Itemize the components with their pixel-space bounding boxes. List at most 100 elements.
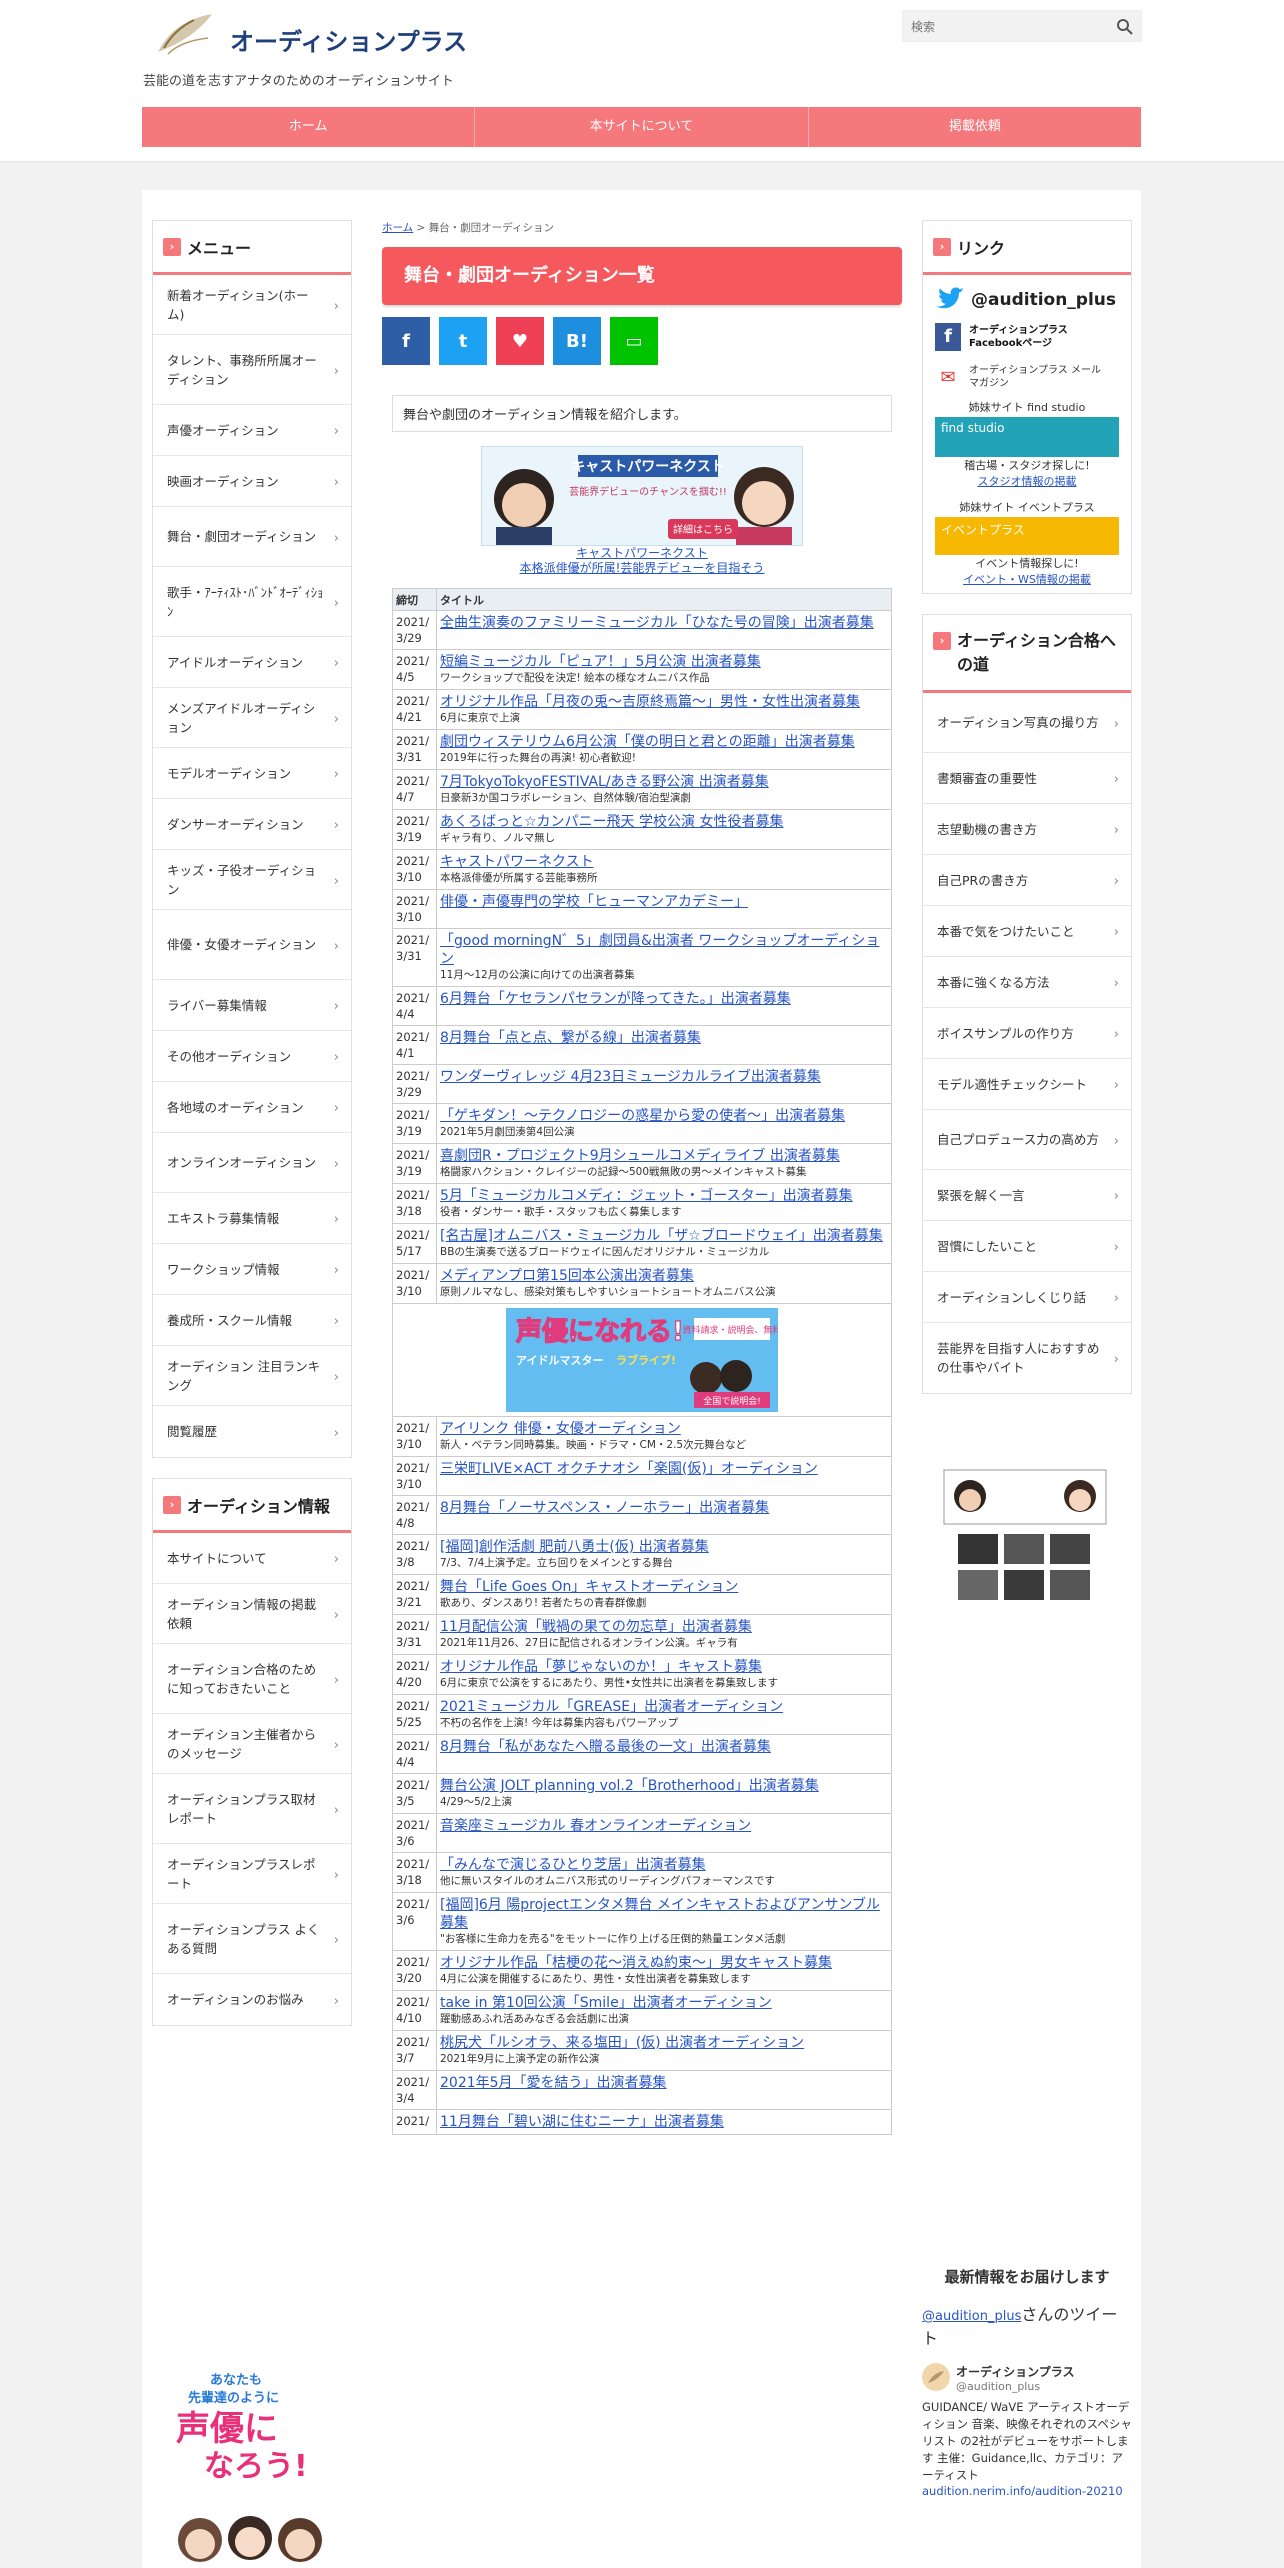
site-logo[interactable]: オーディションプラス [150, 8, 467, 60]
audition-link[interactable]: 音楽座ミュージカル 春オンラインオーディション [440, 1818, 751, 1834]
road-item[interactable]: オーディション写真の撮り方 › [923, 693, 1131, 753]
voice-actor-banner[interactable]: 声優になれる! 資料請求・説明会、無料 アイドルマスター ラブライブ! 全国で説… [506, 1308, 778, 1412]
audition-link[interactable]: アイリンク 俳優・女優オーディション [440, 1421, 681, 1437]
road-item[interactable]: 書類審査の重要性 › [923, 753, 1131, 804]
road-item[interactable]: 習慣にしたいこと › [923, 1221, 1131, 1272]
audition-link[interactable]: オリジナル作品「月夜の兎～吉原終焉篇～」男性・女性出演者募集 [440, 694, 860, 710]
info-item[interactable]: オーディションプラス取材レポート › [153, 1774, 351, 1844]
audition-link[interactable]: 「ゲキダン！～テクノロジーの惑星から愛の使者～」出演者募集 [440, 1108, 845, 1124]
audition-link[interactable]: 8月舞台「ノーサスペンス・ノーホラー」出演者募集 [440, 1500, 769, 1516]
audition-link[interactable]: [名古屋]オムニバス・ミュージカル「ザ☆ブロードウェイ」出演者募集 [440, 1228, 883, 1244]
nav-home[interactable]: ホーム [142, 107, 476, 147]
menu-item[interactable]: 養成所・スクール情報 › [153, 1295, 351, 1346]
tweet-by-link[interactable]: @audition_plus [922, 2309, 1021, 2324]
audition-link[interactable]: take in 第10回公演「Smile」出演者オーディション [440, 1995, 772, 2011]
menu-item[interactable]: エキストラ募集情報 › [153, 1193, 351, 1244]
menu-item[interactable]: ライバー募集情報 › [153, 980, 351, 1031]
road-item[interactable]: 自己プロデュース力の高め方 › [923, 1110, 1131, 1170]
audition-link[interactable]: 11月舞台「碧い湖に住むニーナ」出演者募集 [440, 2114, 724, 2130]
search-icon[interactable] [1115, 17, 1135, 37]
col-deadline[interactable]: 締切 [392, 588, 437, 611]
menu-item[interactable]: 歌手・ｱｰﾃｨｽﾄ･ﾊﾞﾝﾄﾞｵｰﾃﾞｨｼｮﾝ › [153, 567, 351, 637]
castpower-banner[interactable]: キャストパワーネクスト 芸能界デビューのチャンスを掴む!! 詳細はこちら [481, 446, 803, 546]
hatena-share-button[interactable]: B! [553, 317, 601, 365]
menu-item[interactable]: 俳優・女優オーディション › [153, 910, 351, 980]
menu-item[interactable]: 各地域のオーディション › [153, 1082, 351, 1133]
audition-link[interactable]: 舞台「Life Goes On」キャストオーディション [440, 1579, 738, 1595]
menu-item[interactable]: アイドルオーディション › [153, 637, 351, 688]
audition-link[interactable]: 2021ミュージカル「GREASE」出演者オーディション [440, 1699, 783, 1715]
audition-link[interactable]: 11月配信公演「戦禍の果ての勿忘草」出演者募集 [440, 1619, 752, 1635]
audition-link[interactable]: [福岡]創作活劇 肥前八勇士(仮) 出演者募集 [440, 1539, 709, 1555]
road-item[interactable]: 芸能界を目指す人におすすめの仕事やバイト › [923, 1323, 1131, 1393]
audition-link[interactable]: キャストパワーネクスト [440, 854, 594, 870]
menu-item[interactable]: ダンサーオーディション › [153, 799, 351, 850]
facebook-link[interactable]: f オーディションプラス Facebookページ [935, 319, 1119, 355]
audition-link[interactable]: 桃尻犬「ルシオラ、来る塩田」(仮) 出演者オーディション [440, 2035, 804, 2051]
audition-link[interactable]: 「みんなで演じるひとり芝居」出演者募集 [440, 1857, 706, 1873]
nav-listing-request[interactable]: 掲載依頼 [809, 107, 1141, 147]
twitter-share-button[interactable]: t [439, 317, 487, 365]
tweet-card[interactable]: オーディションプラス @audition_plus [922, 2363, 1132, 2393]
search-input[interactable] [911, 17, 1101, 37]
road-item[interactable]: オーディションしくじり話 › [923, 1272, 1131, 1323]
audition-link[interactable]: 俳優・声優専門の学校「ヒューマンアカデミー」 [440, 894, 748, 910]
find-studio-banner[interactable]: find studio [935, 417, 1119, 457]
audition-link[interactable]: 2021年5月「愛を結う」出演者募集 [440, 2075, 667, 2091]
menu-item[interactable]: オンラインオーディション › [153, 1133, 351, 1193]
facebook-share-button[interactable]: f [382, 317, 430, 365]
menu-item[interactable]: タレント、事務所所属オーディション › [153, 335, 351, 405]
road-item[interactable]: 本番に強くなる方法 › [923, 957, 1131, 1008]
menu-item[interactable]: 舞台・劇団オーディション › [153, 507, 351, 567]
info-item[interactable]: オーディションプラスレポート › [153, 1844, 351, 1904]
audition-link[interactable]: あくろばっと☆カンパニー飛天 学校公演 女性役者募集 [440, 814, 783, 830]
audition-link[interactable]: メディアンプロ第15回本公演出演者募集 [440, 1268, 694, 1284]
menu-item[interactable]: メンズアイドルオーディション › [153, 688, 351, 748]
tweet-link[interactable]: audition.nerim.info/audition-20210 [922, 2484, 1132, 2498]
road-item[interactable]: 自己PRの書き方 › [923, 855, 1131, 906]
info-item[interactable]: オーディションプラス よくある質問 › [153, 1904, 351, 1974]
audition-link[interactable]: 劇団ウィステリウム6月公演「僕の明日と君との距離」出演者募集 [440, 734, 855, 750]
audition-link[interactable]: 全曲生演奏のファミリーミュージカル「ひなた号の冒険」出演者募集 [440, 615, 874, 631]
info-item[interactable]: オーディション合格のために知っておきたいこと › [153, 1644, 351, 1714]
audition-link[interactable]: 喜劇団R・プロジェクト9月シュールコメディライブ 出演者募集 [440, 1148, 840, 1164]
audition-link[interactable]: 7月TokyoTokyoFESTIVAL/あきる野公演 出演者募集 [440, 774, 769, 790]
audition-link[interactable]: ワンダーヴィレッジ 4月23日ミュージカルライブ出演者募集 [440, 1069, 821, 1085]
audition-link[interactable]: 5月「ミュージカルコメディ：ジェット・ゴースター」出演者募集 [440, 1188, 853, 1204]
banner1-caption-link-2[interactable]: 本格派俳優が所属!芸能界デビューを目指そう [520, 561, 765, 575]
road-item[interactable]: 本番で気をつけたいこと › [923, 906, 1131, 957]
menu-item[interactable]: 声優オーディション › [153, 405, 351, 456]
audition-link[interactable]: 8月舞台「点と点、繋がる線」出演者募集 [440, 1030, 701, 1046]
menu-item[interactable]: キッズ・子役オーディション › [153, 850, 351, 910]
twitter-link[interactable]: @audition_plus [935, 283, 1119, 317]
find-studio-listing-link[interactable]: スタジオ情報の掲載 [978, 475, 1077, 488]
menu-item[interactable]: オーディション 注目ランキング › [153, 1346, 351, 1406]
road-item[interactable]: モデル適性チェックシート › [923, 1059, 1131, 1110]
mailmag-link[interactable]: ✉ オーディションプラス メールマガジン [935, 357, 1119, 397]
audition-link[interactable]: 舞台公演 JOLT planning vol.2「Brotherhood」出演者… [440, 1778, 819, 1794]
menu-item[interactable]: 新着オーディション(ホーム) › [153, 275, 351, 335]
info-item[interactable]: オーディション情報の掲載依頼 › [153, 1584, 351, 1644]
road-item[interactable]: ボイスサンプルの作り方 › [923, 1008, 1131, 1059]
voice-school-ad[interactable]: あなたも 先輩達のように 声優に なろう! [170, 2362, 332, 2568]
menu-item[interactable]: モデルオーディション › [153, 748, 351, 799]
menu-item[interactable]: その他オーディション › [153, 1031, 351, 1082]
audition-link[interactable]: 8月舞台「私があなたへ贈る最後の一文」出演者募集 [440, 1739, 771, 1755]
pocket-share-button[interactable]: ♥ [496, 317, 544, 365]
nav-about[interactable]: 本サイトについて [475, 107, 809, 147]
menu-item[interactable]: ワークショップ情報 › [153, 1244, 351, 1295]
info-item[interactable]: 本サイトについて › [153, 1533, 351, 1584]
event-plus-banner[interactable]: イベントプラス [935, 517, 1119, 555]
line-share-button[interactable]: ▭ [610, 317, 658, 365]
audition-link[interactable]: 「good morningN゛5」劇団員&出演者 ワークショップオーディション [440, 933, 879, 967]
info-item[interactable]: オーディション主催者からのメッセージ › [153, 1714, 351, 1774]
banner1-caption-link[interactable]: キャストパワーネクスト [576, 546, 708, 560]
event-plus-listing-link[interactable]: イベント・WS情報の掲載 [963, 573, 1091, 586]
menu-item[interactable]: 閲覧履歴 › [153, 1406, 351, 1457]
menu-item[interactable]: 映画オーディション › [153, 456, 351, 507]
audition-link[interactable]: オリジナル作品「桔梗の花～消えぬ約束～」男女キャスト募集 [440, 1955, 832, 1971]
breadcrumb-home[interactable]: ホーム [382, 222, 413, 234]
audition-link[interactable]: [福岡]6月 陽projectエンタメ舞台 メインキャストおよびアンサンブル募集 [440, 1897, 880, 1931]
info-item[interactable]: オーディションのお悩み › [153, 1974, 351, 2025]
road-item[interactable]: 志望動機の書き方 › [923, 804, 1131, 855]
